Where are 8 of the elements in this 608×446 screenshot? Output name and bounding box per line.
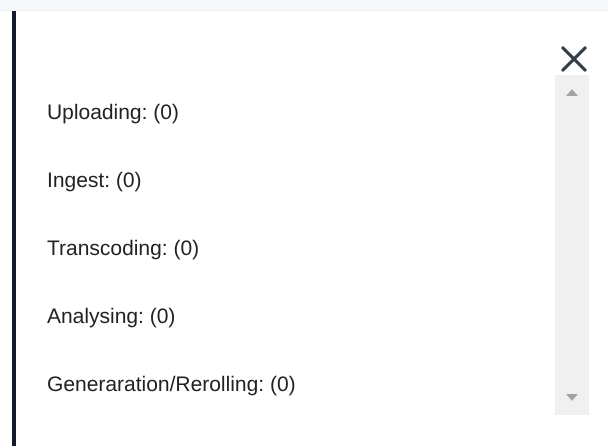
scroll-up-icon — [566, 89, 578, 96]
status-label: Generaration/Rerolling: (0) — [47, 372, 296, 398]
scroll-down-icon — [566, 394, 578, 401]
status-label: Transcoding: (0) — [47, 236, 200, 262]
status-label: Ingest: (0) — [47, 168, 142, 194]
status-label: Analysing: (0) — [47, 304, 176, 330]
status-label: Uploading: (0) — [47, 100, 179, 126]
close-icon — [560, 45, 588, 73]
